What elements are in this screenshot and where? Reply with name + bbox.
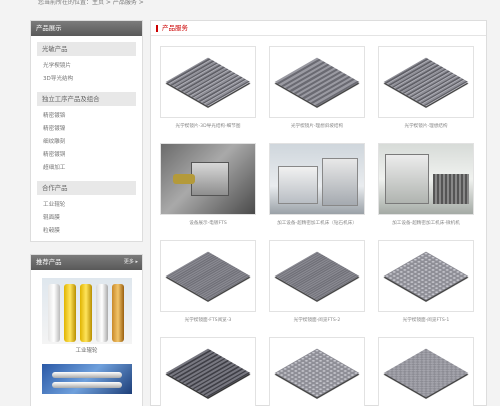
product-thumbnail[interactable] bbox=[160, 46, 256, 118]
category-link[interactable]: 工业辊轮 bbox=[43, 199, 136, 212]
product-caption[interactable]: 加工设备-超精密加工机床（钻石机床） bbox=[269, 220, 365, 230]
category-title[interactable]: 独立工序产品及组合 bbox=[37, 92, 136, 106]
category-group: 独立工序产品及组合 精密镀铬 精密镀镍 细纹雕刻 精密镀铜 超细加工 bbox=[37, 92, 136, 179]
product-caption[interactable]: 光学楔镜面-FTS阅览-3 bbox=[160, 317, 256, 327]
sidebar: 产品展示 光敏产品 光学楔镜片 3D导光结构 独立工序产品及组合 精密镀铬 精密… bbox=[30, 20, 143, 406]
product-thumbnail[interactable] bbox=[378, 46, 474, 118]
product-caption[interactable]: 光学楔镜面-阅览FTS-1 bbox=[378, 317, 474, 327]
main-header: 产品服务 bbox=[151, 21, 486, 36]
category-link[interactable]: 精密镀镍 bbox=[43, 123, 136, 136]
product-card[interactable]: 光学楔镜面-阅览FTS-1 bbox=[378, 240, 474, 327]
category-link[interactable]: 辊面膜 bbox=[43, 212, 136, 225]
product-display-panel: 产品展示 光敏产品 光学楔镜片 3D导光结构 独立工序产品及组合 精密镀铬 精密… bbox=[30, 20, 143, 242]
product-thumbnail[interactable] bbox=[160, 240, 256, 312]
roller-image[interactable] bbox=[41, 278, 132, 344]
recommend-panel: 推荐产品 更多 ▸ 工业辊轮 bbox=[30, 254, 143, 406]
recommend-caption[interactable]: 工业辊轮 bbox=[42, 344, 132, 358]
recommend-item[interactable] bbox=[41, 364, 132, 394]
product-card[interactable]: 光学楔镜面-阅览FTS-2 bbox=[269, 240, 365, 327]
category-link[interactable]: 超细加工 bbox=[43, 162, 136, 175]
product-thumbnail[interactable] bbox=[269, 143, 365, 215]
accent-bar bbox=[156, 25, 158, 32]
product-card[interactable] bbox=[160, 337, 256, 406]
recommend-header: 推荐产品 更多 ▸ bbox=[31, 255, 142, 270]
page-title: 产品服务 bbox=[162, 24, 188, 32]
more-link[interactable]: 更多 ▸ bbox=[124, 255, 138, 270]
product-card[interactable]: 光学楔镜面-FTS阅览-3 bbox=[160, 240, 256, 327]
category-link[interactable]: 光学楔镜片 bbox=[43, 60, 136, 73]
category-link[interactable]: 精密镀铬 bbox=[43, 110, 136, 123]
product-card[interactable] bbox=[269, 337, 365, 406]
product-thumbnail[interactable] bbox=[160, 143, 256, 215]
product-card[interactable]: 加工设备-超精密加工机床-微机机 bbox=[378, 143, 474, 230]
panel-title: 产品展示 bbox=[31, 21, 142, 36]
product-card[interactable]: 光学楔镜片-3D导光结构-细节图 bbox=[160, 46, 256, 133]
product-caption[interactable]: 加工设备-超精密加工机床-微机机 bbox=[378, 220, 474, 230]
breadcrumb: 您当前所在的位置：主页 > 产品服务 > bbox=[38, 0, 144, 6]
product-thumbnail[interactable] bbox=[378, 240, 474, 312]
category-link[interactable]: 精密镀铜 bbox=[43, 149, 136, 162]
category-link[interactable]: 细纹雕刻 bbox=[43, 136, 136, 149]
recommend-title: 推荐产品 bbox=[36, 258, 62, 266]
product-thumbnail[interactable] bbox=[269, 337, 365, 406]
product-thumbnail[interactable] bbox=[378, 143, 474, 215]
product-caption[interactable]: 光学楔镜片-理想结构 bbox=[378, 123, 474, 133]
main-panel: 产品服务 光学楔镜片-3D导光结构-细节图 光学楔镜片-理想斜坡结构 光学楔镜片… bbox=[150, 20, 487, 406]
category-title[interactable]: 合作产品 bbox=[37, 181, 136, 195]
product-caption[interactable]: 光学楔镜片-理想斜坡结构 bbox=[269, 123, 365, 133]
recommend-item[interactable]: 工业辊轮 bbox=[41, 278, 132, 358]
product-caption[interactable]: 光学楔镜面-阅览FTS-2 bbox=[269, 317, 365, 327]
product-thumbnail[interactable] bbox=[269, 46, 365, 118]
product-card[interactable]: 光学楔镜片-理想斜坡结构 bbox=[269, 46, 365, 133]
product-thumbnail[interactable] bbox=[160, 337, 256, 406]
product-card[interactable]: 加工设备-超精密加工机床（钻石机床） bbox=[269, 143, 365, 230]
product-thumbnail[interactable] bbox=[378, 337, 474, 406]
product-card[interactable]: 光学楔镜片-理想结构 bbox=[378, 46, 474, 133]
category-link[interactable]: 粒毂膜 bbox=[43, 225, 136, 238]
product-card[interactable] bbox=[378, 337, 474, 406]
category-group: 合作产品 工业辊轮 辊面膜 粒毂膜 bbox=[37, 181, 136, 242]
product-caption[interactable]: 设备展示-电镀FTS bbox=[160, 220, 256, 230]
product-thumbnail[interactable] bbox=[269, 240, 365, 312]
category-title[interactable]: 光敏产品 bbox=[37, 42, 136, 56]
product-card[interactable]: 设备展示-电镀FTS bbox=[160, 143, 256, 230]
shaft-image[interactable] bbox=[41, 364, 132, 394]
category-link[interactable]: 3D导光结构 bbox=[43, 73, 136, 86]
category-group: 光敏产品 光学楔镜片 3D导光结构 bbox=[37, 42, 136, 90]
product-caption[interactable]: 光学楔镜片-3D导光结构-细节图 bbox=[160, 123, 256, 133]
